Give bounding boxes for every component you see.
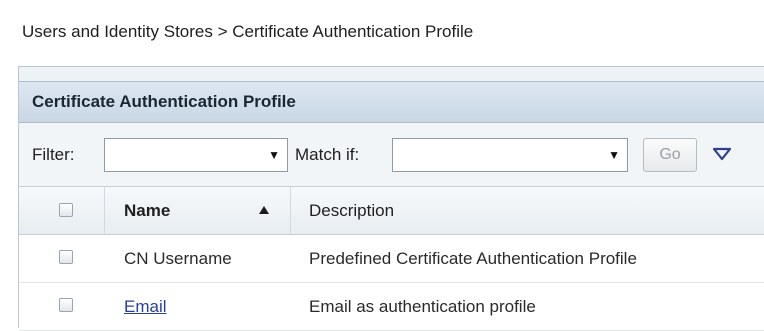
chevron-down-icon: ▼ bbox=[268, 148, 280, 162]
profile-panel: Certificate Authentication Profile Filte… bbox=[18, 66, 764, 331]
chevron-down-icon: ▼ bbox=[608, 148, 620, 162]
table-header: Name Description bbox=[19, 187, 764, 235]
filter-label: Filter: bbox=[32, 145, 75, 164]
match-if-select[interactable]: ▼ bbox=[392, 138, 628, 172]
select-all-checkbox[interactable] bbox=[59, 203, 73, 217]
filter-menu-icon[interactable] bbox=[713, 147, 731, 161]
filter-bar: Filter: ▼ Match if: ▼ Go bbox=[19, 123, 764, 187]
row-checkbox[interactable] bbox=[59, 250, 73, 264]
match-if-label: Match if: bbox=[295, 145, 360, 164]
panel-title: Certificate Authentication Profile bbox=[32, 92, 296, 111]
row-name: CN Username bbox=[124, 249, 232, 268]
row-description: Email as authentication profile bbox=[309, 297, 536, 316]
table-row[interactable]: CN Username Predefined Certificate Authe… bbox=[19, 235, 764, 283]
breadcrumb: Users and Identity Stores > Certificate … bbox=[22, 22, 474, 41]
breadcrumb-bar: Users and Identity Stores > Certificate … bbox=[0, 0, 764, 66]
row-name-link[interactable]: Email bbox=[124, 297, 167, 317]
sort-ascending-icon bbox=[259, 206, 269, 214]
go-button[interactable]: Go bbox=[643, 138, 697, 172]
row-description: Predefined Certificate Authentication Pr… bbox=[309, 249, 637, 268]
row-checkbox[interactable] bbox=[59, 298, 73, 312]
table-row[interactable]: Email Email as authentication profile bbox=[19, 283, 764, 331]
filter-select[interactable]: ▼ bbox=[104, 138, 288, 172]
column-divider bbox=[290, 187, 291, 234]
column-header-name[interactable]: Name bbox=[124, 201, 170, 221]
column-header-description[interactable]: Description bbox=[309, 201, 394, 221]
column-divider bbox=[104, 187, 105, 234]
panel-header: Certificate Authentication Profile bbox=[19, 81, 764, 123]
